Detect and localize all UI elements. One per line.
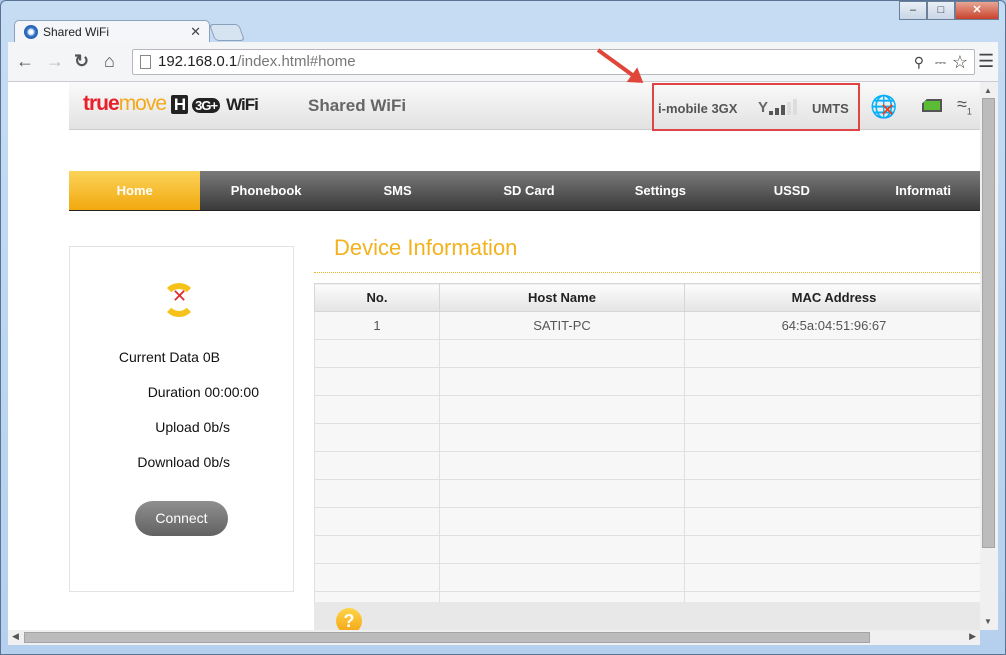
table-cell xyxy=(684,451,980,480)
device-table: No. Host Name MAC Address 1 SATIT-PC 64:5a… xyxy=(314,283,980,620)
wifi-icon: ≈1 xyxy=(957,94,972,117)
forward-icon[interactable]: → xyxy=(46,51,64,72)
table-cell xyxy=(314,367,440,396)
duration-row: Duration 00:00:00 xyxy=(147,384,259,400)
nav-information[interactable]: Informati xyxy=(858,171,980,210)
horizontal-scrollbar[interactable]: ◀ ▶ xyxy=(8,630,980,645)
table-cell xyxy=(684,339,980,368)
reload-icon[interactable]: ↻ xyxy=(74,51,89,72)
table-cell xyxy=(684,535,980,564)
browser-tab[interactable]: Shared WiFi ✕ xyxy=(14,20,210,43)
empty-table-row xyxy=(314,563,980,592)
empty-table-row xyxy=(314,339,980,368)
download-row: Download 0b/s xyxy=(137,454,230,470)
signal-strength-icon: Y xyxy=(758,99,798,117)
table-cell xyxy=(439,395,685,424)
new-tab-button[interactable] xyxy=(208,24,246,41)
help-icon[interactable]: ? xyxy=(336,608,362,630)
table-cell: SATIT-PC xyxy=(439,311,685,340)
col-no: No. xyxy=(314,283,440,312)
table-row[interactable]: 1 SATIT-PC 64:5a:04:51:96:67 xyxy=(314,311,980,340)
table-cell xyxy=(684,507,980,536)
nav-ussd[interactable]: USSD xyxy=(726,171,857,210)
truemove-logo: truemove H 3G+ WiFi xyxy=(83,92,259,115)
maximize-button[interactable]: □ xyxy=(927,1,955,20)
page-icon xyxy=(140,55,151,69)
home-icon[interactable]: ⌂ xyxy=(104,51,115,72)
tab-title: Shared WiFi xyxy=(43,25,110,39)
table-cell xyxy=(439,367,685,396)
table-cell: 1 xyxy=(314,311,440,340)
table-cell xyxy=(314,423,440,452)
table-cell xyxy=(439,507,685,536)
key-icon[interactable]: ⚲ xyxy=(914,50,924,74)
upload-row: Upload 0b/s xyxy=(155,419,230,435)
address-bar[interactable]: 192.168.0.1/index.html#home ⚲ ⎓ ☆ xyxy=(132,49,975,75)
menu-icon[interactable]: ☰ xyxy=(978,51,994,72)
help-bar: ? xyxy=(314,602,980,630)
carrier-name: i-mobile 3GX xyxy=(658,101,738,116)
main-nav: Home Phonebook SMS SD Card Settings USSD… xyxy=(69,171,980,211)
table-cell xyxy=(439,339,685,368)
back-icon[interactable]: ← xyxy=(16,51,34,72)
current-data-row: Current Data 0B xyxy=(118,349,220,365)
empty-table-row xyxy=(314,535,980,564)
table-cell xyxy=(314,339,440,368)
table-cell xyxy=(439,423,685,452)
vertical-scrollbar[interactable]: ▲ ▼ xyxy=(980,82,998,630)
favicon-icon xyxy=(24,25,38,39)
url-path: /index.html#home xyxy=(237,53,356,70)
bookmark-star-icon[interactable]: ☆ xyxy=(952,50,968,74)
connection-panel: ✕ Current Data 0B Duration 00:00:00 Uplo… xyxy=(69,246,294,592)
table-cell xyxy=(684,479,980,508)
browser-toolbar: ← → ↻ ⌂ 192.168.0.1/index.html#home ⚲ ⎓ … xyxy=(8,42,998,82)
url-host: 192.168.0.1 xyxy=(158,53,238,70)
empty-table-row xyxy=(314,507,980,536)
table-cell: 64:5a:04:51:96:67 xyxy=(684,311,980,340)
nav-settings[interactable]: Settings xyxy=(595,171,726,210)
table-cell xyxy=(684,563,980,592)
empty-table-row xyxy=(314,367,980,396)
table-cell xyxy=(439,451,685,480)
nav-sd-card[interactable]: SD Card xyxy=(463,171,594,210)
table-cell xyxy=(439,479,685,508)
page-viewport: truemove H 3G+ WiFi Shared WiFi i-mobile 3… xyxy=(8,82,980,630)
minimize-button[interactable]: – xyxy=(899,1,927,20)
table-cell xyxy=(314,535,440,564)
empty-table-row xyxy=(314,423,980,452)
connect-button[interactable]: Connect xyxy=(135,501,228,536)
sim-card-icon xyxy=(922,99,942,112)
divider xyxy=(314,272,980,273)
table-cell xyxy=(314,479,440,508)
page-header: truemove H 3G+ WiFi Shared WiFi i-mobile 3… xyxy=(69,82,980,131)
table-cell xyxy=(314,507,440,536)
empty-table-row xyxy=(314,451,980,480)
internet-disconnected-icon: 🌐 ✕ xyxy=(870,94,898,120)
nav-home[interactable]: Home xyxy=(69,171,201,210)
section-title: Device Information xyxy=(334,235,518,260)
translate-icon[interactable]: ⎓ xyxy=(935,50,946,74)
site-name: Shared WiFi xyxy=(308,96,407,115)
close-window-button[interactable]: ✕ xyxy=(955,1,999,20)
col-mac-address: MAC Address xyxy=(684,283,980,312)
table-cell xyxy=(314,395,440,424)
network-status-box: i-mobile 3GX Y UMTS xyxy=(652,83,860,131)
table-cell xyxy=(439,563,685,592)
table-cell xyxy=(684,367,980,396)
empty-table-row xyxy=(314,395,980,424)
table-cell xyxy=(314,563,440,592)
close-tab-icon[interactable]: ✕ xyxy=(190,21,201,43)
table-cell xyxy=(684,395,980,424)
empty-table-row xyxy=(314,479,980,508)
table-cell xyxy=(314,451,440,480)
disconnected-sync-icon: ✕ xyxy=(162,279,198,319)
nav-phonebook[interactable]: Phonebook xyxy=(200,171,331,210)
table-cell xyxy=(439,535,685,564)
table-cell xyxy=(684,423,980,452)
col-host-name: Host Name xyxy=(439,283,685,312)
nav-sms[interactable]: SMS xyxy=(332,171,463,210)
network-type: UMTS xyxy=(812,101,849,116)
